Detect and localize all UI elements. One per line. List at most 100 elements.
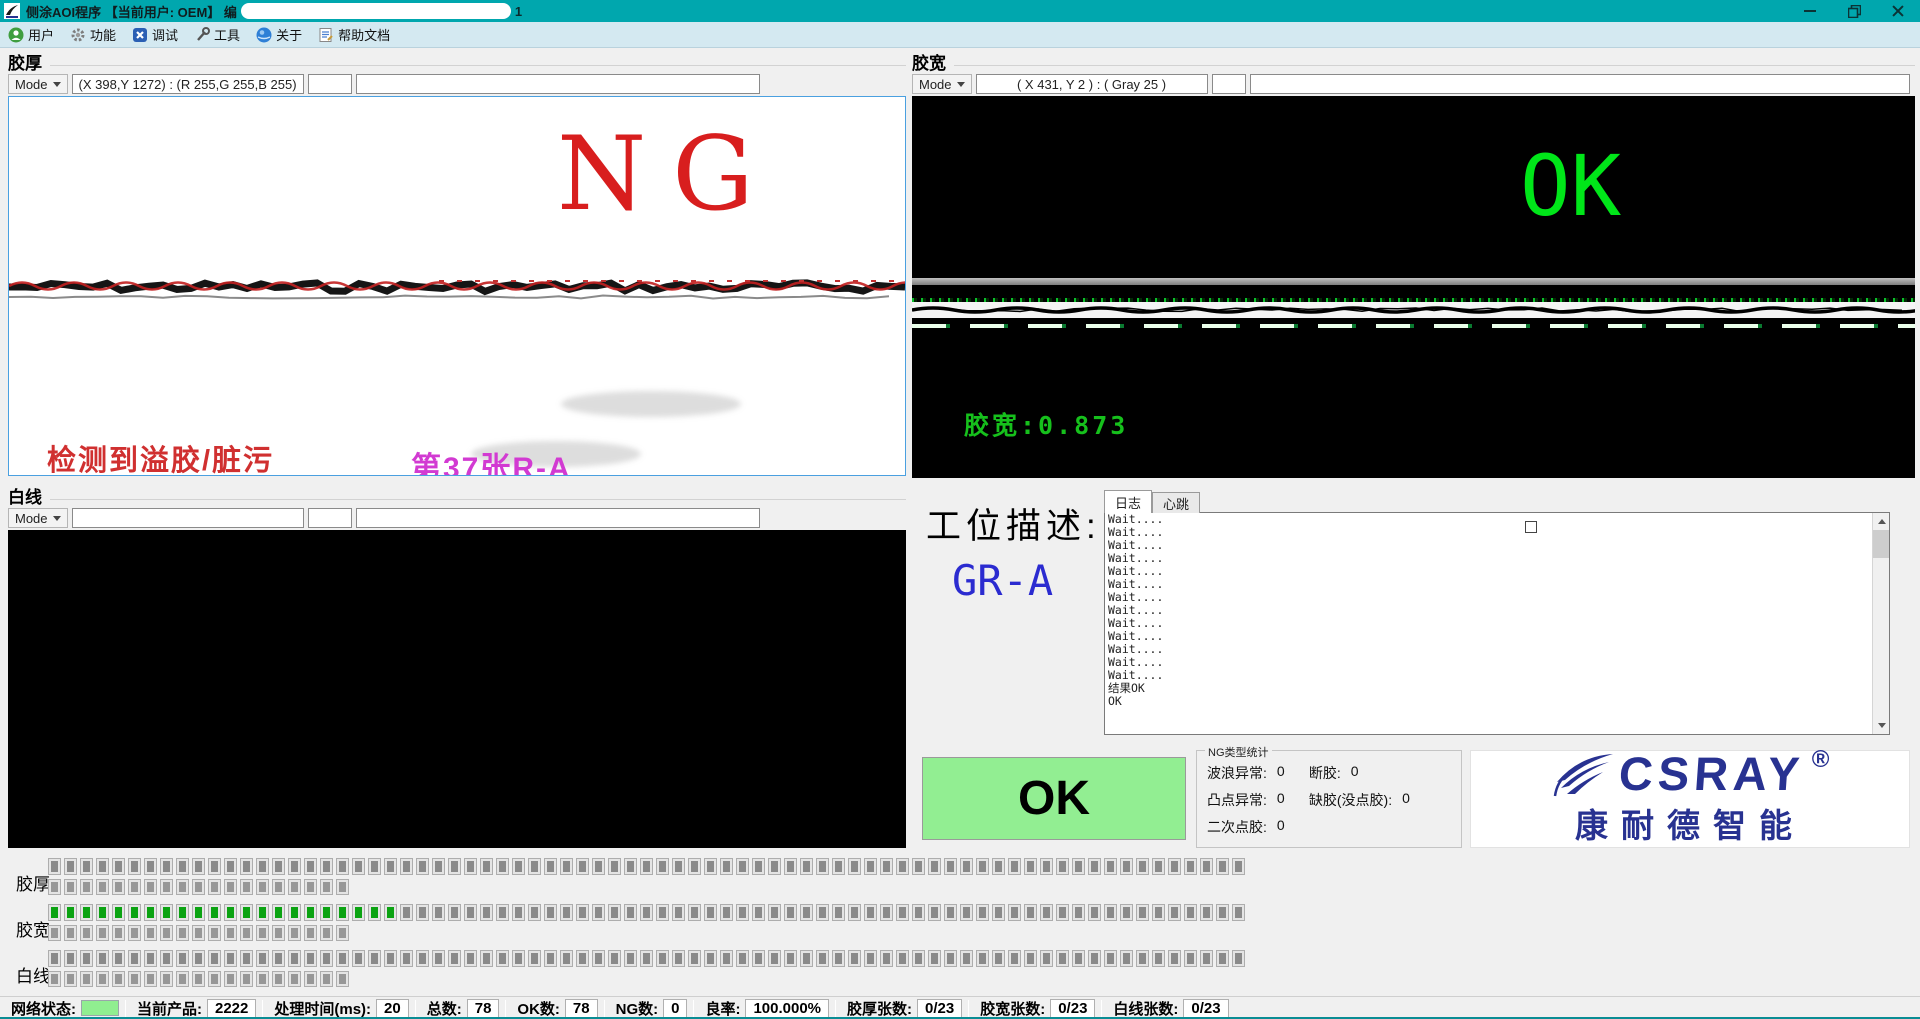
tray-cell-fill: [979, 861, 986, 872]
tray-cell: [1088, 858, 1101, 875]
tray-白线: 白线: [16, 950, 1906, 994]
tray-cell-fill: [947, 861, 954, 872]
tray-cell-fill: [131, 882, 138, 892]
app-icon: [4, 3, 20, 19]
minimize-button[interactable]: [1788, 0, 1832, 22]
chevron-down-icon: [957, 82, 965, 87]
tray-cell: [1216, 904, 1229, 921]
ng-stats-grid: 波浪异常:0凸点异常:0二次点胶:0 断胶:0缺胶(没点胶):0: [1197, 751, 1461, 837]
log-list[interactable]: Wait....Wait....Wait....Wait....Wait....…: [1104, 512, 1890, 735]
statusbar-value: 20: [376, 999, 409, 1018]
scroll-thumb[interactable]: [1873, 530, 1890, 558]
white-line-image[interactable]: [8, 530, 906, 848]
arrow-down-icon: [1878, 723, 1886, 728]
tray-cell: [208, 904, 221, 921]
tray-cell: [496, 950, 509, 967]
panel-title: 胶厚: [8, 49, 42, 74]
tray-cell: [304, 904, 317, 921]
tray-cell: [720, 904, 733, 921]
tray-cell-fill: [259, 907, 266, 918]
menu-item-关于[interactable]: 关于: [256, 25, 302, 44]
overall-result-button[interactable]: OK: [922, 757, 1186, 840]
tray-cell: [112, 950, 125, 967]
tray-cell-fill: [179, 907, 186, 918]
tab-日志[interactable]: 日志: [1104, 490, 1152, 513]
menu-item-工具[interactable]: 工具: [194, 25, 240, 44]
tray-cell: [912, 904, 925, 921]
aux-field-long[interactable]: [356, 74, 760, 94]
menu-item-调试[interactable]: 调试: [132, 25, 178, 44]
aux-field-small[interactable]: [1212, 74, 1246, 94]
mode-label: Mode: [15, 77, 48, 92]
pixel-readout[interactable]: ( X 431, Y 2 ) : ( Gray 25 ): [976, 74, 1208, 94]
tray-cell-fill: [1155, 907, 1162, 918]
scroll-up-button[interactable]: [1873, 513, 1890, 530]
tray-cell-fill: [51, 974, 58, 984]
tray-cell-fill: [579, 861, 586, 872]
close-button[interactable]: [1876, 0, 1920, 22]
mode-dropdown[interactable]: Mode: [8, 74, 68, 94]
tray-cell-fill: [67, 907, 74, 918]
log-checkbox[interactable]: [1525, 521, 1537, 533]
tab-心跳[interactable]: 心跳: [1152, 492, 1200, 513]
tray-cell: [224, 858, 237, 875]
tray-cell: [304, 925, 317, 941]
aux-field-small[interactable]: [308, 74, 352, 94]
tray-cell: [240, 971, 253, 987]
tray-cell-fill: [51, 861, 58, 872]
tray-cell: [176, 950, 189, 967]
aux-field-small[interactable]: [308, 508, 352, 528]
tray-cell-fill: [531, 861, 538, 872]
tray-cell-fill: [227, 928, 234, 938]
tray-cell-fill: [67, 928, 74, 938]
window-title: 侧涂AOI程序 【当前用户: OEM】 编: [26, 2, 237, 21]
mode-dropdown[interactable]: Mode: [912, 74, 972, 94]
tray-cell-fill: [515, 907, 522, 918]
tray-cell-fill: [131, 928, 138, 938]
tray-cell: [48, 950, 61, 967]
tray-cell: [352, 950, 365, 967]
tray-cell-fill: [915, 953, 922, 964]
statusbar-value: 100.000%: [745, 999, 829, 1018]
tray-cell: [224, 950, 237, 967]
scroll-down-button[interactable]: [1873, 717, 1890, 734]
tray-cell-fill: [67, 882, 74, 892]
menu-item-功能[interactable]: 功能: [70, 25, 116, 44]
tray-cell: [336, 858, 349, 875]
tray-cell: [1152, 858, 1165, 875]
tray-row-secondary: [48, 971, 1245, 987]
ng-stat-label: 凸点异常:: [1207, 790, 1267, 810]
tray-cell-fill: [659, 861, 666, 872]
log-scrollbar[interactable]: [1872, 513, 1889, 734]
glue-thickness-image[interactable]: NG 检测到溢胶/脏污 溢胶最小面积:2538 溢胶最大面积:2538 第37张…: [8, 96, 906, 476]
statusbar-value: 0: [663, 999, 687, 1018]
tray-cell: [192, 971, 205, 987]
tray-cell-fill: [915, 907, 922, 918]
tray-cell: [704, 950, 717, 967]
defect-report-text: 检测到溢胶/脏污 溢胶最小面积:2538 溢胶最大面积:2538: [47, 389, 317, 476]
logo-brand-text: CSRAY: [1617, 752, 1805, 796]
pixel-readout[interactable]: (X 398,Y 1272) : (R 255,G 255,B 255): [72, 74, 304, 94]
tray-cell: [656, 858, 669, 875]
tray-cell: [368, 858, 381, 875]
tray-cell-fill: [691, 861, 698, 872]
station-description-label: 工位描述:: [926, 498, 1101, 549]
mode-dropdown[interactable]: Mode: [8, 508, 68, 528]
menu-item-用户[interactable]: 用户: [8, 25, 54, 44]
tray-cell-fill: [579, 953, 586, 964]
tray-cell: [784, 950, 797, 967]
restore-button[interactable]: [1832, 0, 1876, 22]
menu-item-帮助文档[interactable]: 帮助文档: [318, 25, 390, 44]
aux-field-long[interactable]: [356, 508, 760, 528]
tray-cell-fill: [899, 861, 906, 872]
tray-label: 胶宽: [16, 916, 50, 941]
ng-stat-row: 波浪异常:0: [1207, 763, 1299, 783]
aux-field-long[interactable]: [1250, 74, 1910, 94]
tray-cell: [48, 904, 61, 921]
glue-width-image[interactable]: OK 胶宽:0.873: [912, 96, 1915, 478]
tray-cell: [1200, 950, 1213, 967]
tray-cell: [416, 858, 429, 875]
pixel-readout[interactable]: [72, 508, 304, 528]
tray-cell-fill: [1011, 953, 1018, 964]
tray-row-main: [48, 858, 1245, 875]
